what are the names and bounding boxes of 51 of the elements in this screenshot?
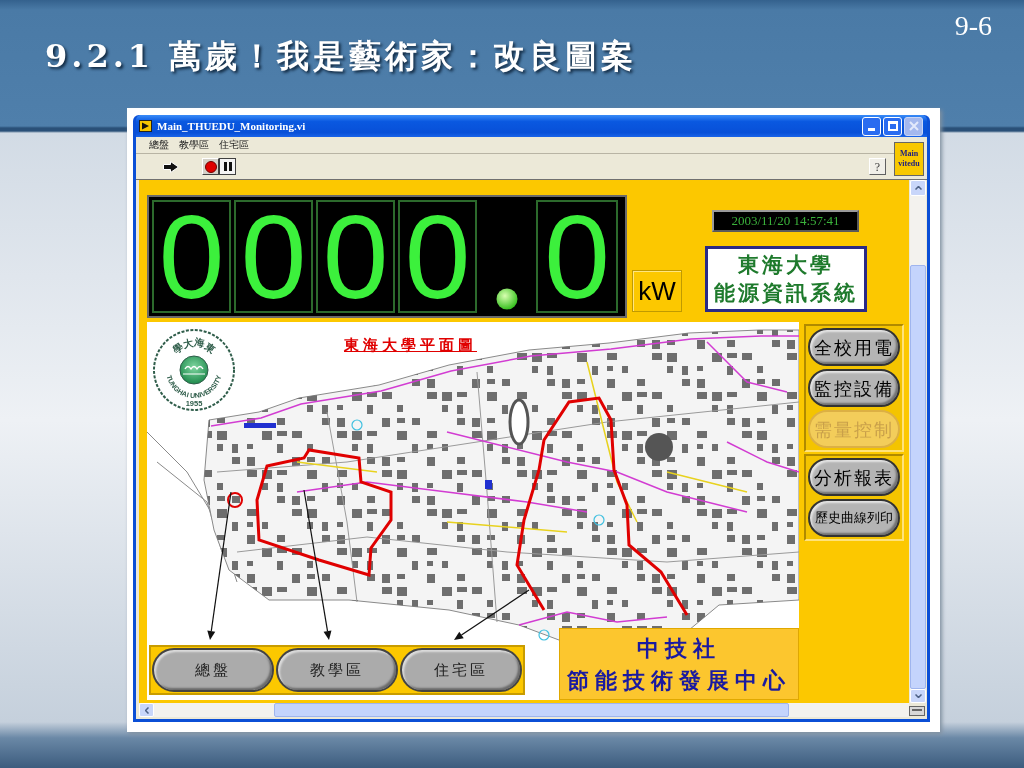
- scroll-up-button[interactable]: [910, 180, 926, 196]
- chevron-left-icon: [144, 706, 149, 714]
- digit-readout: 0: [536, 200, 618, 313]
- zone-button[interactable]: 總盤: [152, 648, 274, 692]
- minimize-icon: [868, 128, 875, 131]
- vi-thumbnail-text: vitedu: [898, 159, 920, 169]
- function-button[interactable]: 全校用電: [808, 328, 900, 366]
- menu-item[interactable]: 教學區: [179, 140, 209, 150]
- sponsor-text: 中技社: [637, 634, 721, 663]
- system-title-text: 能源資訊系統: [714, 280, 858, 306]
- pause-button[interactable]: [219, 158, 236, 175]
- chevron-down-icon: [914, 694, 922, 698]
- chevron-up-icon: [914, 186, 922, 190]
- stop-button[interactable]: [202, 158, 219, 175]
- help-button[interactable]: ?: [869, 158, 886, 175]
- minimize-button[interactable]: [862, 116, 881, 136]
- pause-icon: [223, 162, 232, 171]
- scroll-thumb[interactable]: [274, 703, 789, 717]
- function-button[interactable]: 監控設備: [808, 369, 900, 407]
- slide-title: 9.2.1 萬歲！我是藝術家：改良圖案: [45, 36, 638, 77]
- circle-icon: [204, 160, 217, 173]
- menu-item[interactable]: 住宅區: [219, 140, 249, 150]
- unit-label: kW: [632, 270, 682, 312]
- scroll-down-button[interactable]: [910, 689, 926, 703]
- map-title: 東海大學平面圖: [344, 335, 477, 356]
- system-title-text: 東海大學: [738, 252, 834, 278]
- zone-button[interactable]: 教學區: [276, 648, 398, 692]
- digit-readout: 0: [152, 200, 231, 313]
- sponsor-text: 節能技術發展中心: [567, 666, 791, 695]
- menu-item[interactable]: 總盤: [149, 140, 169, 150]
- close-icon: [908, 121, 919, 131]
- maximize-icon: [887, 121, 898, 131]
- digit-readout: 0: [234, 200, 313, 313]
- vi-thumbnail-text: Main: [899, 149, 919, 159]
- function-button[interactable]: 分析報表: [808, 458, 900, 496]
- page-number: 9-6: [954, 10, 992, 42]
- run-button[interactable]: [162, 158, 180, 175]
- seal-text: 東海大學: [170, 336, 218, 356]
- window-grip-icon: [909, 706, 925, 716]
- scroll-left-button[interactable]: [139, 703, 154, 717]
- scroll-thumb[interactable]: [910, 265, 926, 689]
- clock-display: 2003/11/20 14:57:41: [712, 210, 859, 232]
- maximize-button[interactable]: [883, 116, 902, 136]
- function-button[interactable]: 歷史曲線列印: [808, 499, 900, 537]
- digit-readout: 0: [398, 200, 477, 313]
- digit-readout: 0: [316, 200, 395, 313]
- arrow-icon: [163, 160, 179, 173]
- app-icon: [139, 120, 152, 132]
- window-title: Main_THUEDU_Monitoring.vi: [157, 118, 306, 134]
- decimal-point-icon: [495, 288, 518, 310]
- zone-button[interactable]: 住宅區: [400, 648, 522, 692]
